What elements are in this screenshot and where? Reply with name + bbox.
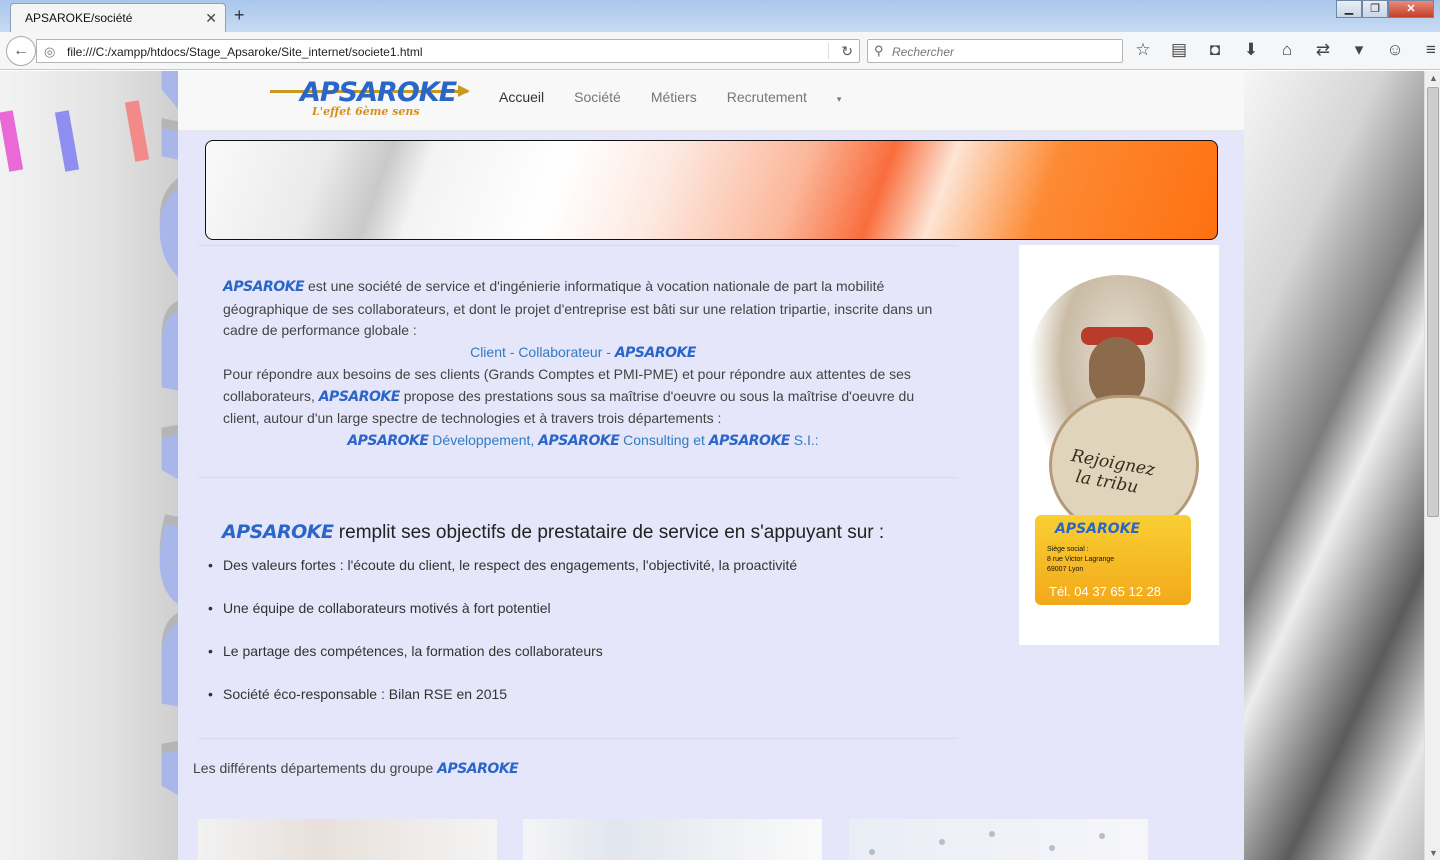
paint-streak-blue <box>54 110 80 172</box>
departments-label: Les différents départements du groupe AP… <box>193 760 519 777</box>
ad-phone: Tél. 04 37 65 12 28 <box>1049 584 1162 599</box>
list-item: Le partage des compétences, la formation… <box>208 643 797 686</box>
tab-bar: APSAROKE/société ✕ + ▁ ❐ ✕ <box>0 0 1440 32</box>
divider <box>198 738 958 739</box>
department-image-si[interactable] <box>849 819 1148 860</box>
triangle-text: Client - Collaborateur - <box>470 343 615 360</box>
network-node <box>989 831 995 837</box>
brand-mark: APSAROKE <box>614 344 697 361</box>
window-controls: ▁ ❐ ✕ <box>1336 0 1434 18</box>
brand-mark: APSAROKE <box>318 388 401 405</box>
network-node <box>869 849 875 855</box>
sync-icon[interactable]: ⇄ <box>1312 40 1334 60</box>
caret-down-icon: ▾ <box>836 94 842 104</box>
intro-text: APSAROKE est une société de service et d… <box>223 276 943 452</box>
close-tab-icon[interactable]: ✕ <box>205 10 217 27</box>
search-input[interactable]: ⚲ Rechercher <box>867 39 1123 63</box>
browser-tab[interactable]: APSAROKE/société ✕ <box>10 3 226 32</box>
nav-societe[interactable]: Société <box>574 89 621 105</box>
vertical-scrollbar[interactable]: ▲ ▼ <box>1424 71 1440 860</box>
url-separator <box>828 43 829 59</box>
relation-triangle: Client - Collaborateur - APSAROKE <box>223 342 943 365</box>
minimize-icon[interactable]: ▁ <box>1336 0 1362 18</box>
ad-address: Siège social : 8 rue Victor Lagrange 690… <box>1047 545 1114 575</box>
departments-line: APSAROKE Développement, APSAROKE Consult… <box>223 430 943 453</box>
site-navbar: APSAROKE L'effet 6ème sens Accueil Socié… <box>178 71 1244 131</box>
scroll-down-icon[interactable]: ▼ <box>1429 848 1438 858</box>
dept-si[interactable]: S.I.: <box>790 432 819 448</box>
brand-mark: APSAROKE <box>708 432 791 449</box>
url-bar[interactable]: ◎ file:///C:/xampp/htdocs/Stage_Apsaroke… <box>36 39 860 63</box>
divider <box>198 245 958 246</box>
department-image-consulting[interactable] <box>523 819 822 860</box>
page-viewport: APSAROKE APSAROKE L'effet 6ème sens Accu… <box>0 71 1440 860</box>
brand-mark: APSAROKE <box>222 521 334 543</box>
recruitment-ad[interactable]: Rejoignez la tribu APSAROKE Siège social … <box>1019 245 1219 645</box>
brand-mark: APSAROKE <box>347 432 429 449</box>
home-icon[interactable]: ⌂ <box>1276 40 1298 60</box>
chat-icon[interactable]: ☺ <box>1384 40 1406 60</box>
nav-accueil[interactable]: Accueil <box>499 89 544 105</box>
intro-paragraph-1: APSAROKE est une société de service et d… <box>223 276 943 342</box>
reload-icon[interactable]: ↻ <box>841 43 853 60</box>
dept-consulting[interactable]: Consulting et <box>619 432 709 448</box>
divider <box>198 477 958 478</box>
objectives-heading: APSAROKE remplit ses objectifs de presta… <box>222 521 884 544</box>
pocket-icon[interactable]: ◘ <box>1204 40 1226 60</box>
right-decoration <box>1244 71 1424 860</box>
dropdown-chevron-icon[interactable]: ▾ <box>1348 40 1370 60</box>
ad-address-line: 8 rue Victor Lagrange <box>1047 556 1115 563</box>
back-arrow-icon[interactable]: ← <box>6 36 36 66</box>
content-page: APSAROKE L'effet 6ème sens Accueil Socié… <box>178 71 1244 860</box>
network-node <box>939 839 945 845</box>
brand-mark: APSAROKE <box>538 432 620 449</box>
ad-card-brand: APSAROKE <box>1055 521 1141 537</box>
list-item: Société éco-responsable : Bilan RSE en 2… <box>208 686 797 729</box>
download-icon[interactable]: ⬇ <box>1240 40 1262 60</box>
network-node <box>1099 833 1105 839</box>
ad-address-line: Siège social : <box>1047 546 1089 553</box>
search-icon: ⚲ <box>874 43 884 58</box>
intro-paragraph-2: Pour répondre aux besoins de ses clients… <box>223 364 943 430</box>
globe-icon: ◎ <box>44 44 56 59</box>
left-decoration: APSAROKE <box>0 71 307 860</box>
nav-metiers[interactable]: Métiers <box>651 89 697 105</box>
list-item: Des valeurs fortes : l'écoute du client,… <box>208 557 797 600</box>
site-logo[interactable]: APSAROKE L'effet 6ème sens <box>270 75 470 123</box>
network-node <box>1049 845 1055 851</box>
tab-title: APSAROKE/société <box>25 11 133 25</box>
hamburger-menu-icon[interactable]: ≡ <box>1420 40 1440 60</box>
reading-list-icon[interactable]: ▤ <box>1168 40 1190 60</box>
url-text: file:///C:/xampp/htdocs/Stage_Apsaroke/S… <box>67 45 423 59</box>
hero-banner <box>205 140 1218 240</box>
dept-dev[interactable]: Développement, <box>428 432 538 448</box>
browser-toolbar: ← ◎ file:///C:/xampp/htdocs/Stage_Apsaro… <box>0 32 1440 70</box>
list-item: Une équipe de collaborateurs motivés à f… <box>208 600 797 643</box>
window-close-icon[interactable]: ✕ <box>1388 0 1434 18</box>
ad-contact-card: APSAROKE Siège social : 8 rue Victor Lag… <box>1035 515 1191 605</box>
departments-text: Les différents départements du groupe <box>193 760 438 776</box>
toolbar-icons: ☆ ▤ ◘ ⬇ ⌂ ⇄ ▾ ☺ ≡ <box>1132 40 1440 60</box>
brand-mark: APSAROKE <box>437 761 519 777</box>
paint-streak-pink <box>0 110 24 172</box>
scroll-up-icon[interactable]: ▲ <box>1429 73 1438 83</box>
brand-mark: APSAROKE <box>223 279 305 295</box>
nav-recrutement-label: Recrutement <box>726 89 807 105</box>
site-menu: Accueil Société Métiers Recrutement ▾ <box>499 89 871 105</box>
intro-p1: est une société de service et d'ingénier… <box>223 278 933 338</box>
logo-arrowhead <box>458 85 470 97</box>
nav-recrutement[interactable]: Recrutement ▾ <box>727 89 842 105</box>
bookmark-star-icon[interactable]: ☆ <box>1132 40 1154 60</box>
search-placeholder: Rechercher <box>892 45 955 59</box>
new-tab-icon[interactable]: + <box>234 5 245 26</box>
ad-address-line: 69007 Lyon <box>1047 566 1084 573</box>
logo-tagline: L'effet 6ème sens <box>312 105 420 118</box>
maximize-icon[interactable]: ❐ <box>1362 0 1388 18</box>
logo-text: APSAROKE <box>300 77 457 108</box>
scrollbar-thumb[interactable] <box>1427 87 1439 517</box>
objectives-text: remplit ses objectifs de prestataire de … <box>333 522 885 543</box>
values-list: Des valeurs fortes : l'écoute du client,… <box>208 557 797 729</box>
department-image-dev[interactable] <box>198 819 497 860</box>
